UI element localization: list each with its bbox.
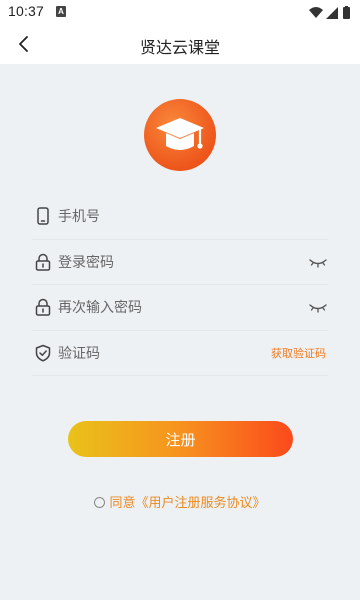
status-bar: 10:37 A <box>0 0 360 24</box>
lock-icon <box>35 298 51 316</box>
register-button[interactable]: 注册 <box>68 421 293 457</box>
shield-check-icon <box>35 344 51 362</box>
password-row <box>32 240 328 285</box>
phone-icon <box>37 207 49 225</box>
status-icons <box>308 5 352 19</box>
confirm-password-input[interactable] <box>58 291 278 325</box>
page-title: 贤达云课堂 <box>139 38 220 57</box>
status-time: 10:37 <box>8 3 45 19</box>
verify-code-input[interactable] <box>58 336 258 371</box>
agree-radio[interactable] <box>94 497 106 508</box>
eye-closed-icon[interactable] <box>308 298 328 316</box>
battery-icon <box>343 7 350 19</box>
header: 贤达云课堂 <box>0 24 360 64</box>
lock-icon <box>35 253 51 271</box>
password-input[interactable] <box>58 245 278 280</box>
verify-code-row: 获取验证码 <box>32 331 328 376</box>
wifi-icon <box>309 7 323 18</box>
register-form: 获取验证码 <box>32 194 328 376</box>
signal-icon <box>326 7 338 19</box>
app-logo <box>142 98 218 174</box>
confirm-password-row <box>32 285 328 331</box>
graduation-cap-icon <box>144 99 216 171</box>
a-icon: A <box>56 6 66 17</box>
agreement: 同意《用户注册服务协议》 <box>0 492 360 511</box>
agreement-link[interactable]: 同意《用户注册服务协议》 <box>109 496 265 511</box>
get-code-button[interactable]: 获取验证码 <box>271 345 326 361</box>
phone-input[interactable] <box>58 200 278 234</box>
eye-closed-icon[interactable] <box>308 253 328 271</box>
phone-row <box>32 194 328 240</box>
